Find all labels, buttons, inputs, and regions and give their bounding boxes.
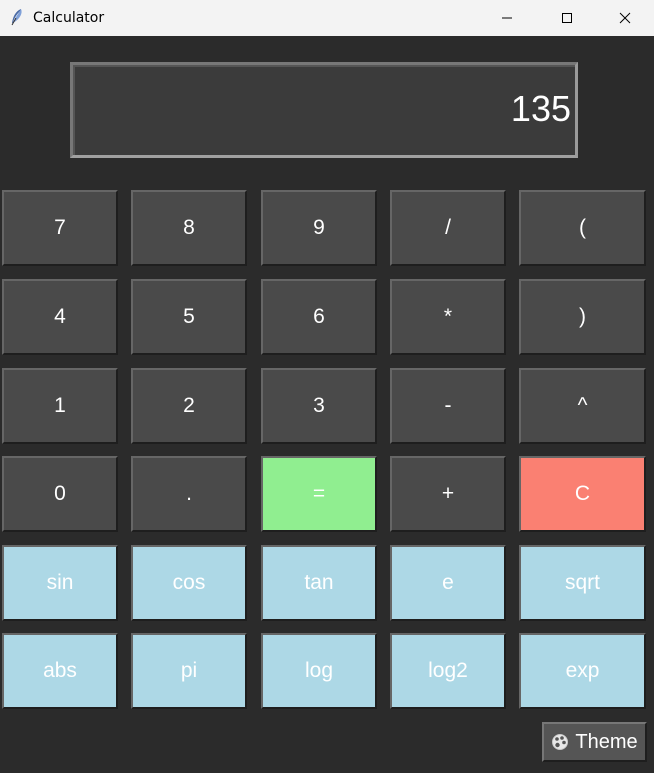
- key-1[interactable]: 1: [2, 368, 118, 444]
- key-7[interactable]: 7: [2, 190, 118, 266]
- key-power[interactable]: ^: [519, 368, 646, 444]
- key-sin[interactable]: sin: [2, 545, 118, 621]
- key-equals[interactable]: =: [261, 456, 377, 532]
- theme-button-label: Theme: [575, 730, 638, 753]
- key-5[interactable]: 5: [131, 279, 247, 355]
- key-log[interactable]: log: [261, 633, 377, 709]
- key-multiply[interactable]: *: [390, 279, 506, 355]
- window-title: Calculator: [33, 10, 105, 26]
- key-6[interactable]: 6: [261, 279, 377, 355]
- key-divide[interactable]: /: [390, 190, 506, 266]
- key-0[interactable]: 0: [2, 456, 118, 532]
- close-button[interactable]: [595, 0, 654, 36]
- key-2[interactable]: 2: [131, 368, 247, 444]
- key-log2[interactable]: log2: [390, 633, 506, 709]
- key-e[interactable]: e: [390, 545, 506, 621]
- key-pi[interactable]: pi: [131, 633, 247, 709]
- key-3[interactable]: 3: [261, 368, 377, 444]
- calculator-window: Calculator 135 7 8 9 / ( 4 5 6 * ) 1 2 3…: [0, 0, 654, 773]
- key-subtract[interactable]: -: [390, 368, 506, 444]
- key-9[interactable]: 9: [261, 190, 377, 266]
- key-close-paren[interactable]: ): [519, 279, 646, 355]
- display-value: 135: [510, 88, 571, 129]
- key-add[interactable]: +: [390, 456, 506, 532]
- maximize-icon: [562, 13, 572, 23]
- key-4[interactable]: 4: [2, 279, 118, 355]
- close-icon: [619, 12, 631, 24]
- key-clear[interactable]: C: [519, 456, 646, 532]
- title-bar: Calculator: [0, 0, 654, 36]
- key-sqrt[interactable]: sqrt: [519, 545, 646, 621]
- display-field[interactable]: 135: [70, 62, 578, 158]
- theme-button[interactable]: Theme: [542, 722, 647, 762]
- palette-icon: [552, 734, 569, 750]
- minimize-button[interactable]: [477, 0, 537, 36]
- minimize-icon: [502, 17, 512, 19]
- key-decimal[interactable]: .: [131, 456, 247, 532]
- key-cos[interactable]: cos: [131, 545, 247, 621]
- maximize-button[interactable]: [537, 0, 597, 36]
- key-abs[interactable]: abs: [2, 633, 118, 709]
- key-open-paren[interactable]: (: [519, 190, 646, 266]
- key-exp[interactable]: exp: [519, 633, 646, 709]
- key-tan[interactable]: tan: [261, 545, 377, 621]
- feather-icon: [11, 9, 22, 26]
- key-8[interactable]: 8: [131, 190, 247, 266]
